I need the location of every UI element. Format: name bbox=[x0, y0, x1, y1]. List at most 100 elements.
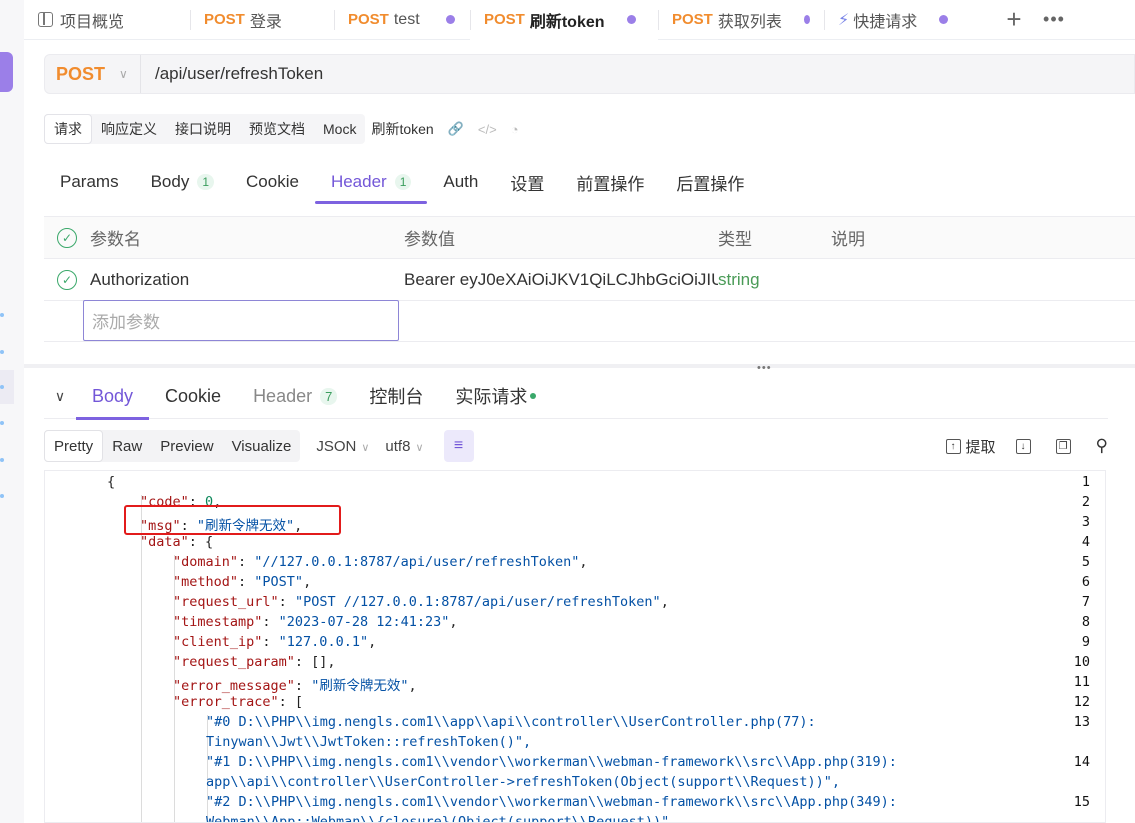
code-line: "error_trace": [ bbox=[173, 694, 304, 710]
status-dot bbox=[530, 393, 537, 399]
line-number: 13 bbox=[1073, 714, 1090, 730]
resp-tab-body[interactable]: Body bbox=[76, 374, 150, 420]
code-line: Tinywan\\Jwt\\JwtToken::refreshToken()", bbox=[206, 734, 532, 750]
column-header-type: 类型 bbox=[718, 230, 752, 249]
tab-post-ops[interactable]: 后置操作 bbox=[660, 160, 760, 204]
doc-subtabs: 请求 响应定义 接口说明 预览文档 Mock 刷新token 🔗 </> ◔ bbox=[44, 114, 519, 144]
tab-auth[interactable]: Auth bbox=[427, 160, 494, 204]
save-icon[interactable]: ↓ bbox=[1015, 438, 1036, 454]
code-line: "#0 D:\\PHP\\img.nengls.com1\\app\\api\\… bbox=[206, 714, 816, 730]
column-header-name: 参数名 bbox=[90, 230, 141, 249]
tab-get-list[interactable]: POST 获取列表 bbox=[658, 0, 824, 40]
count-badge: 7 bbox=[320, 387, 338, 405]
code-line: { bbox=[107, 474, 116, 490]
tab-refresh-token[interactable]: POST 刷新token bbox=[470, 0, 658, 40]
bolt-icon: ⚡ bbox=[838, 11, 850, 29]
tab-label: Auth bbox=[443, 172, 479, 191]
line-number: 7 bbox=[1081, 594, 1090, 610]
tab-method: POST bbox=[204, 11, 245, 28]
drag-handle-icon[interactable]: ••• bbox=[757, 362, 772, 374]
tab-label: 前置操作 bbox=[576, 174, 645, 194]
left-sidebar-strip bbox=[0, 0, 24, 823]
extract-label: 提取 bbox=[965, 438, 996, 456]
code-line: "data": { bbox=[140, 534, 214, 550]
tree-dot bbox=[0, 385, 4, 389]
line-number: 1 bbox=[1081, 474, 1090, 490]
url-bar: POST ∨ /api/user/refreshToken bbox=[44, 54, 1135, 94]
panel-divider[interactable] bbox=[24, 364, 1135, 368]
tab-test[interactable]: POST test bbox=[334, 0, 470, 40]
tab-settings[interactable]: 设置 bbox=[494, 160, 560, 204]
mode-raw[interactable]: Raw bbox=[103, 430, 151, 462]
count-badge: 1 bbox=[197, 174, 215, 190]
url-input[interactable]: /api/user/refreshToken bbox=[141, 64, 323, 84]
link-icon[interactable]: 🔗 bbox=[448, 121, 464, 137]
row-checkbox[interactable]: ✓ bbox=[57, 269, 77, 290]
tab-header[interactable]: Header 1 bbox=[314, 160, 428, 204]
encoding-label: utf8 bbox=[385, 437, 411, 455]
subtab-mock[interactable]: Mock bbox=[314, 114, 365, 144]
tab-cookie[interactable]: Cookie bbox=[230, 160, 315, 204]
tree-dot bbox=[0, 421, 4, 425]
code-line: app\\api\\controller\\UserController->re… bbox=[206, 774, 840, 790]
method-label: POST bbox=[56, 63, 106, 84]
tab-label: 实际请求 bbox=[455, 387, 528, 407]
tree-dot bbox=[0, 313, 4, 317]
line-number: 11 bbox=[1073, 674, 1090, 690]
extract-button[interactable]: ↑ 提取 bbox=[945, 436, 996, 457]
table-header: ✓ 参数名 参数值 类型 说明 bbox=[44, 216, 1135, 258]
unsaved-dot bbox=[626, 15, 636, 24]
tab-login[interactable]: POST 登录 bbox=[190, 0, 334, 40]
subtab-request[interactable]: 请求 bbox=[44, 114, 92, 144]
chevron-down-icon: ∨ bbox=[361, 441, 370, 454]
tab-params[interactable]: Params bbox=[44, 160, 135, 204]
select-all-checkbox[interactable]: ✓ bbox=[57, 227, 77, 248]
resp-tab-cookie[interactable]: Cookie bbox=[149, 374, 237, 419]
tab-quick-request[interactable]: ⚡ 快捷请求 bbox=[824, 0, 984, 40]
mode-preview[interactable]: Preview bbox=[151, 430, 222, 462]
resp-tab-actual-request[interactable]: 实际请求 bbox=[439, 374, 552, 419]
resp-tab-header[interactable]: Header 7 bbox=[237, 374, 353, 419]
lang-select[interactable]: JSON ∨ bbox=[316, 438, 369, 455]
history-icon[interactable]: ◔ bbox=[511, 122, 519, 137]
subtab-response-def[interactable]: 响应定义 bbox=[92, 114, 166, 144]
wrap-lines-icon[interactable]: ≡ bbox=[443, 430, 474, 462]
chevron-down-icon[interactable]: ∨ bbox=[44, 388, 76, 405]
param-name-field[interactable]: Authorization bbox=[90, 270, 404, 290]
tab-pre-ops[interactable]: 前置操作 bbox=[560, 160, 660, 204]
lang-label: JSON bbox=[316, 437, 357, 455]
more-icon[interactable]: ••• bbox=[1034, 9, 1074, 30]
method-select[interactable]: POST ∨ bbox=[45, 55, 141, 93]
code-line: "error_message": "刷新令牌无效", bbox=[173, 678, 417, 694]
tab-label: test bbox=[393, 10, 420, 28]
add-tab-button[interactable]: + bbox=[994, 4, 1034, 35]
request-tabs: Params Body 1 Cookie Header 1 Auth 设置 前置操作… bbox=[44, 160, 1135, 204]
code-icon[interactable]: </> bbox=[478, 122, 497, 137]
encoding-select[interactable]: utf8 ∨ bbox=[385, 438, 423, 455]
chevron-down-icon: ∨ bbox=[119, 67, 128, 81]
tab-label: 快捷请求 bbox=[853, 13, 918, 31]
tab-label: Body bbox=[150, 172, 190, 191]
param-value-field[interactable]: Bearer eyJ0eXAiOiJKV1QiLCJhbGciOiJIUzI1N… bbox=[404, 270, 718, 290]
subtab-api-desc[interactable]: 接口说明 bbox=[166, 114, 240, 144]
chevron-down-icon: ∨ bbox=[415, 441, 424, 454]
add-param-input[interactable]: 添加参数 bbox=[83, 300, 399, 341]
param-type-select[interactable]: string bbox=[718, 270, 831, 290]
resp-tab-console[interactable]: 控制台 bbox=[353, 374, 439, 419]
tab-overview[interactable]: 项目概览 bbox=[24, 0, 190, 40]
line-number: 4 bbox=[1081, 534, 1090, 550]
code-line: "request_param": [], bbox=[173, 654, 336, 670]
line-number: 2 bbox=[1081, 494, 1090, 510]
search-icon[interactable]: ⚲ bbox=[1096, 436, 1108, 456]
copy-icon[interactable]: ❐ bbox=[1055, 438, 1076, 454]
sidebar-accent[interactable] bbox=[0, 52, 13, 92]
subtab-preview-doc[interactable]: 预览文档 bbox=[240, 114, 314, 144]
tab-label: 刷新token bbox=[529, 13, 605, 31]
tab-label: Cookie bbox=[165, 385, 222, 406]
line-number: 10 bbox=[1073, 654, 1090, 670]
line-number: 8 bbox=[1081, 614, 1090, 630]
unsaved-dot bbox=[803, 15, 810, 24]
tab-body[interactable]: Body 1 bbox=[135, 160, 230, 204]
mode-pretty[interactable]: Pretty bbox=[44, 430, 104, 462]
mode-visualize[interactable]: Visualize bbox=[223, 430, 301, 462]
